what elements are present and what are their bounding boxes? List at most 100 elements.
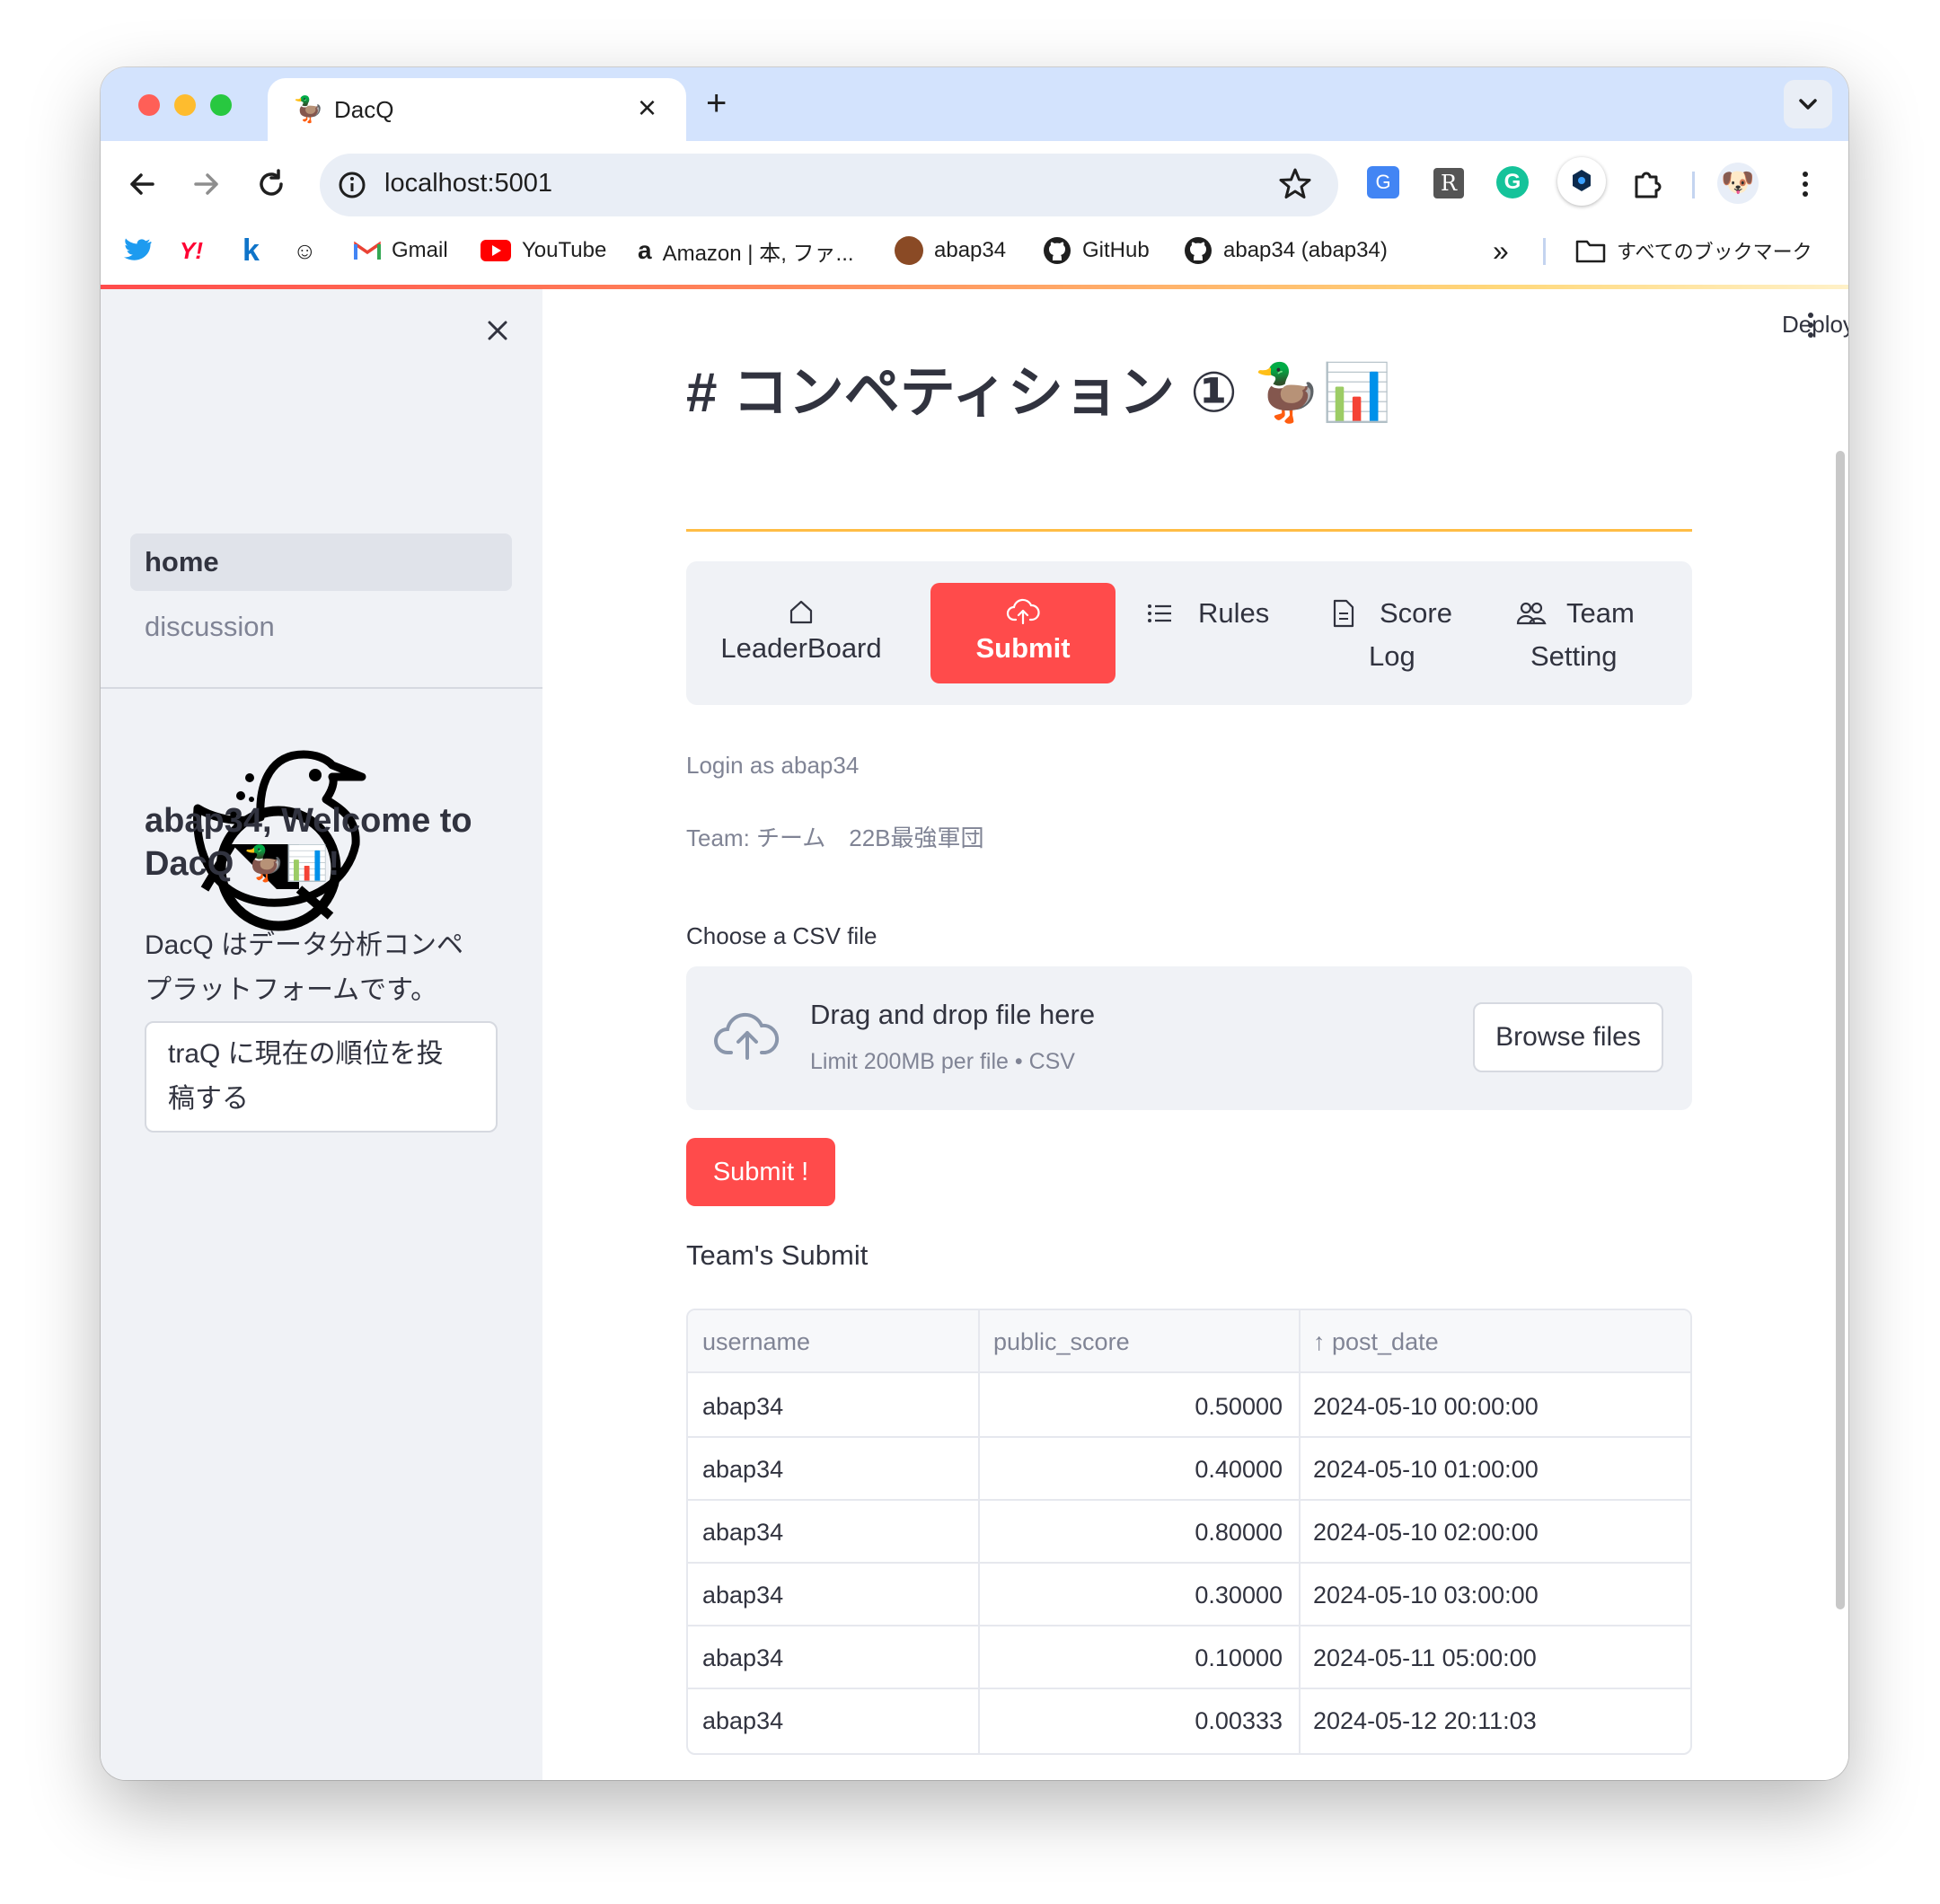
forward-button[interactable] — [189, 166, 225, 202]
tab-title: DacQ — [334, 96, 394, 123]
submit-button[interactable]: Submit ! — [686, 1138, 835, 1206]
list-icon — [1148, 604, 1171, 622]
cell-post-date: 2024-05-10 03:00:00 — [1313, 1581, 1539, 1609]
table-row[interactable]: abap34 0.30000 2024-05-10 03:00:00 — [688, 1564, 1690, 1626]
sidebar: home discussion abap34, Welcome to DacQ … — [101, 289, 542, 1780]
gmail-icon — [354, 240, 381, 261]
column-header-public-score[interactable]: public_score — [993, 1310, 1299, 1373]
cell-public-score: 0.50000 — [1195, 1392, 1283, 1420]
tab-label-line1: Score — [1380, 597, 1452, 629]
bookmark-label: GitHub — [1082, 238, 1150, 262]
team-name: Team: チーム 22B最強軍団 — [686, 824, 984, 851]
uploader-label: Choose a CSV file — [686, 922, 877, 949]
grammarly-extension-icon[interactable]: G — [1496, 166, 1529, 198]
close-sidebar-icon[interactable] — [481, 314, 514, 347]
main-content: Deploy # コンペティション ① 🦆📊 LeaderBoard Submi… — [542, 289, 1848, 1780]
bookmark-github[interactable]: GitHub — [1043, 234, 1150, 267]
table-row[interactable]: abap34 0.50000 2024-05-10 00:00:00 — [688, 1375, 1690, 1438]
duck-favicon-icon: 🦆 — [293, 95, 324, 123]
twitter-icon — [124, 238, 153, 263]
table-row[interactable]: abap34 0.00333 2024-05-12 20:11:03 — [688, 1689, 1690, 1752]
back-button[interactable] — [124, 166, 160, 202]
main-menu-icon[interactable] — [1794, 309, 1827, 341]
people-icon — [1516, 602, 1547, 625]
browser-menu-icon[interactable] — [1787, 166, 1823, 202]
cell-post-date: 2024-05-11 05:00:00 — [1313, 1644, 1537, 1671]
home-icon — [789, 600, 813, 624]
sidebar-item-discussion[interactable]: discussion — [130, 598, 512, 656]
url-text[interactable]: localhost:5001 — [384, 169, 552, 198]
bookmark-star-icon[interactable] — [1277, 166, 1313, 202]
post-rank-to-traq-button[interactable]: traQ に現在の順位を投 稿する — [145, 1021, 498, 1133]
table-row[interactable]: abap34 0.80000 2024-05-10 02:00:00 — [688, 1501, 1690, 1564]
bookmark-label: Gmail — [392, 238, 448, 262]
atcoder-bookmark-icon[interactable]: ☺ — [293, 234, 317, 267]
cloud-upload-icon — [1006, 598, 1040, 625]
bookmark-youtube[interactable]: YouTube — [481, 234, 606, 267]
folder-icon — [1575, 238, 1606, 263]
tab-label-line2: Log — [1369, 640, 1415, 672]
all-bookmarks[interactable]: すべてのブックマーク — [1575, 234, 1812, 267]
twitter-bookmark[interactable] — [124, 234, 163, 267]
file-dropzone[interactable]: Drag and drop file here Limit 200MB per … — [686, 966, 1692, 1110]
tab-search-button[interactable] — [1784, 80, 1832, 128]
column-header-username[interactable]: username — [702, 1310, 972, 1373]
address-bar[interactable]: localhost:5001 — [320, 154, 1338, 216]
option-menu: LeaderBoard Submit Rules Score Log Team … — [686, 561, 1692, 705]
close-tab-icon[interactable]: × — [638, 89, 657, 127]
cell-public-score: 0.00333 — [1195, 1706, 1283, 1734]
youtube-icon — [481, 240, 511, 261]
browser-tab[interactable]: 🦆 DacQ × — [268, 78, 686, 141]
reload-button[interactable] — [253, 166, 289, 202]
arrow-right-icon — [194, 173, 218, 195]
security-extension-icon[interactable] — [1557, 157, 1606, 206]
drag-drop-text: Drag and drop file here — [810, 999, 1096, 1030]
site-info-icon[interactable] — [334, 167, 370, 203]
column-header-post-date[interactable]: ↑ post_date — [1313, 1310, 1672, 1373]
table-row[interactable]: abap34 0.40000 2024-05-10 01:00:00 — [688, 1438, 1690, 1501]
bookmark-label: Amazon | 本, ファ... — [662, 241, 854, 266]
minimize-window-button[interactable] — [174, 94, 196, 116]
profile-avatar-icon[interactable]: 🐶 — [1717, 163, 1759, 204]
tab-submit[interactable]: Submit — [930, 583, 1116, 683]
title-underline — [686, 529, 1692, 532]
maximize-window-button[interactable] — [210, 94, 232, 116]
more-bookmarks-icon[interactable]: » — [1493, 234, 1509, 267]
team-submit-heading: Team's Submit — [686, 1239, 869, 1271]
tab-label-line1: Team — [1566, 597, 1635, 629]
bookmark-label: YouTube — [522, 238, 607, 262]
amazon-icon: a — [638, 236, 652, 264]
cell-post-date: 2024-05-10 01:00:00 — [1313, 1455, 1539, 1483]
yahoo-bookmark-icon[interactable]: Y! — [180, 234, 203, 267]
tab-score-log[interactable]: Score Log — [1331, 592, 1466, 678]
tab-rules[interactable]: Rules — [1146, 592, 1272, 635]
tab-label: LeaderBoard — [720, 632, 882, 664]
r-extension-icon[interactable]: R — [1433, 168, 1464, 198]
bookmark-label: abap34 — [934, 238, 1007, 262]
tab-team-setting[interactable]: Team Setting — [1516, 592, 1669, 678]
bookmark-abap34-github[interactable]: abap34 (abap34) — [1184, 234, 1388, 267]
cell-post-date: 2024-05-12 20:11:03 — [1313, 1706, 1537, 1734]
cell-post-date: 2024-05-10 02:00:00 — [1313, 1518, 1539, 1546]
close-window-button[interactable] — [138, 94, 160, 116]
extensions-puzzle-icon[interactable] — [1629, 166, 1665, 202]
new-tab-button[interactable]: + — [706, 84, 727, 124]
bookmark-gmail[interactable]: Gmail — [354, 234, 448, 267]
welcome-line-1: abap34, Welcome to — [145, 802, 472, 840]
bookmark-amazon[interactable]: a Amazon | 本, ファ... — [638, 234, 854, 267]
browse-files-button[interactable]: Browse files — [1473, 1002, 1663, 1072]
cell-username: abap34 — [702, 1706, 784, 1734]
sidebar-item-home[interactable]: home — [130, 533, 512, 591]
chevron-down-icon — [1799, 99, 1817, 110]
bookmark-abap34[interactable]: abap34 — [895, 234, 1006, 267]
reload-icon — [260, 169, 283, 196]
tab-label: Submit — [975, 632, 1071, 664]
tab-leaderboard[interactable]: LeaderBoard — [711, 583, 891, 683]
sidebar-description: DacQ はデータ分析コンペ プラットフォームです。 — [145, 923, 522, 1013]
table-row[interactable]: abap34 0.10000 2024-05-11 05:00:00 — [688, 1626, 1690, 1689]
vertical-scrollbar[interactable] — [1836, 451, 1845, 1609]
cell-username: abap34 — [702, 1518, 784, 1546]
k-bookmark-icon[interactable]: k — [242, 234, 260, 268]
table-header: username public_score ↑ post_date — [688, 1310, 1690, 1373]
translate-extension-icon[interactable]: G — [1367, 166, 1399, 198]
